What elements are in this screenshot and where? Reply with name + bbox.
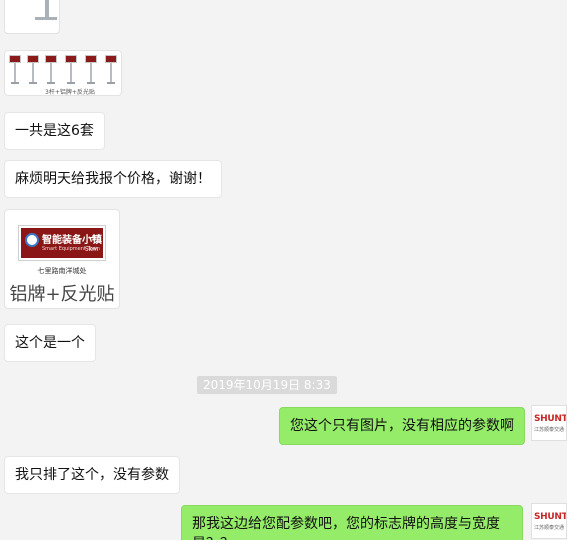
message-bubble-reply-params[interactable]: 那我这边给您配参数吧，您的标志牌的高度与宽度是？？ [181, 505, 523, 540]
avatar[interactable]: SHUNTAI 江苏顺泰交通 [531, 503, 567, 539]
avatar-brand-sub: 江苏顺泰交通 [534, 427, 565, 433]
avatar[interactable]: SHUNTAI 江苏顺泰交通 [531, 405, 567, 441]
sign-plate: 智能装备小镇 Smart Equipment Town ➔ 5km [18, 225, 106, 261]
message-bubble-no-params[interactable]: 我只排了这个，没有参数 [4, 456, 180, 494]
stand-post [45, 0, 49, 17]
message-bubble-this-one[interactable]: 这个是一个 [4, 324, 96, 362]
arrow-right-icon: ➔ [87, 231, 97, 244]
chat-panel: 3杆+铝牌+反光贴 一共是这6套 麻烦明天给我报个价格，谢谢！ 智能装备小镇 S… [0, 0, 567, 540]
stand-base [35, 17, 57, 20]
message-bubble-request-price[interactable]: 麻烦明天给我报个价格，谢谢！ [4, 160, 222, 198]
image-message-stand[interactable] [4, 0, 60, 34]
message-bubble-total-sets[interactable]: 一共是这6套 [4, 112, 105, 150]
avatar-brand: SHUNTAI [534, 414, 567, 424]
avatar-brand-sub: 江苏顺泰交通 [534, 525, 565, 531]
image-message-aluminum-sign[interactable]: 智能装备小镇 Smart Equipment Town ➔ 5km 七里路南洋城… [4, 209, 120, 309]
message-timestamp: 2019年10月19日 8:33 [197, 376, 337, 394]
avatar-brand: SHUNTAI [534, 512, 567, 522]
image-message-six-signs[interactable]: 3杆+铝牌+反光贴 [4, 50, 122, 96]
sign-location: 七里路南洋城处 [37, 267, 87, 275]
six-signs-caption: 3杆+铝牌+反光贴 [45, 89, 95, 96]
sign-caption: 铝牌+反光贴 [9, 284, 115, 305]
sign-distance: 5km [84, 246, 98, 253]
message-bubble-reply-only-images[interactable]: 您这个只有图片，没有相应的参数啊 [279, 407, 525, 445]
town-emblem-icon [25, 233, 39, 247]
